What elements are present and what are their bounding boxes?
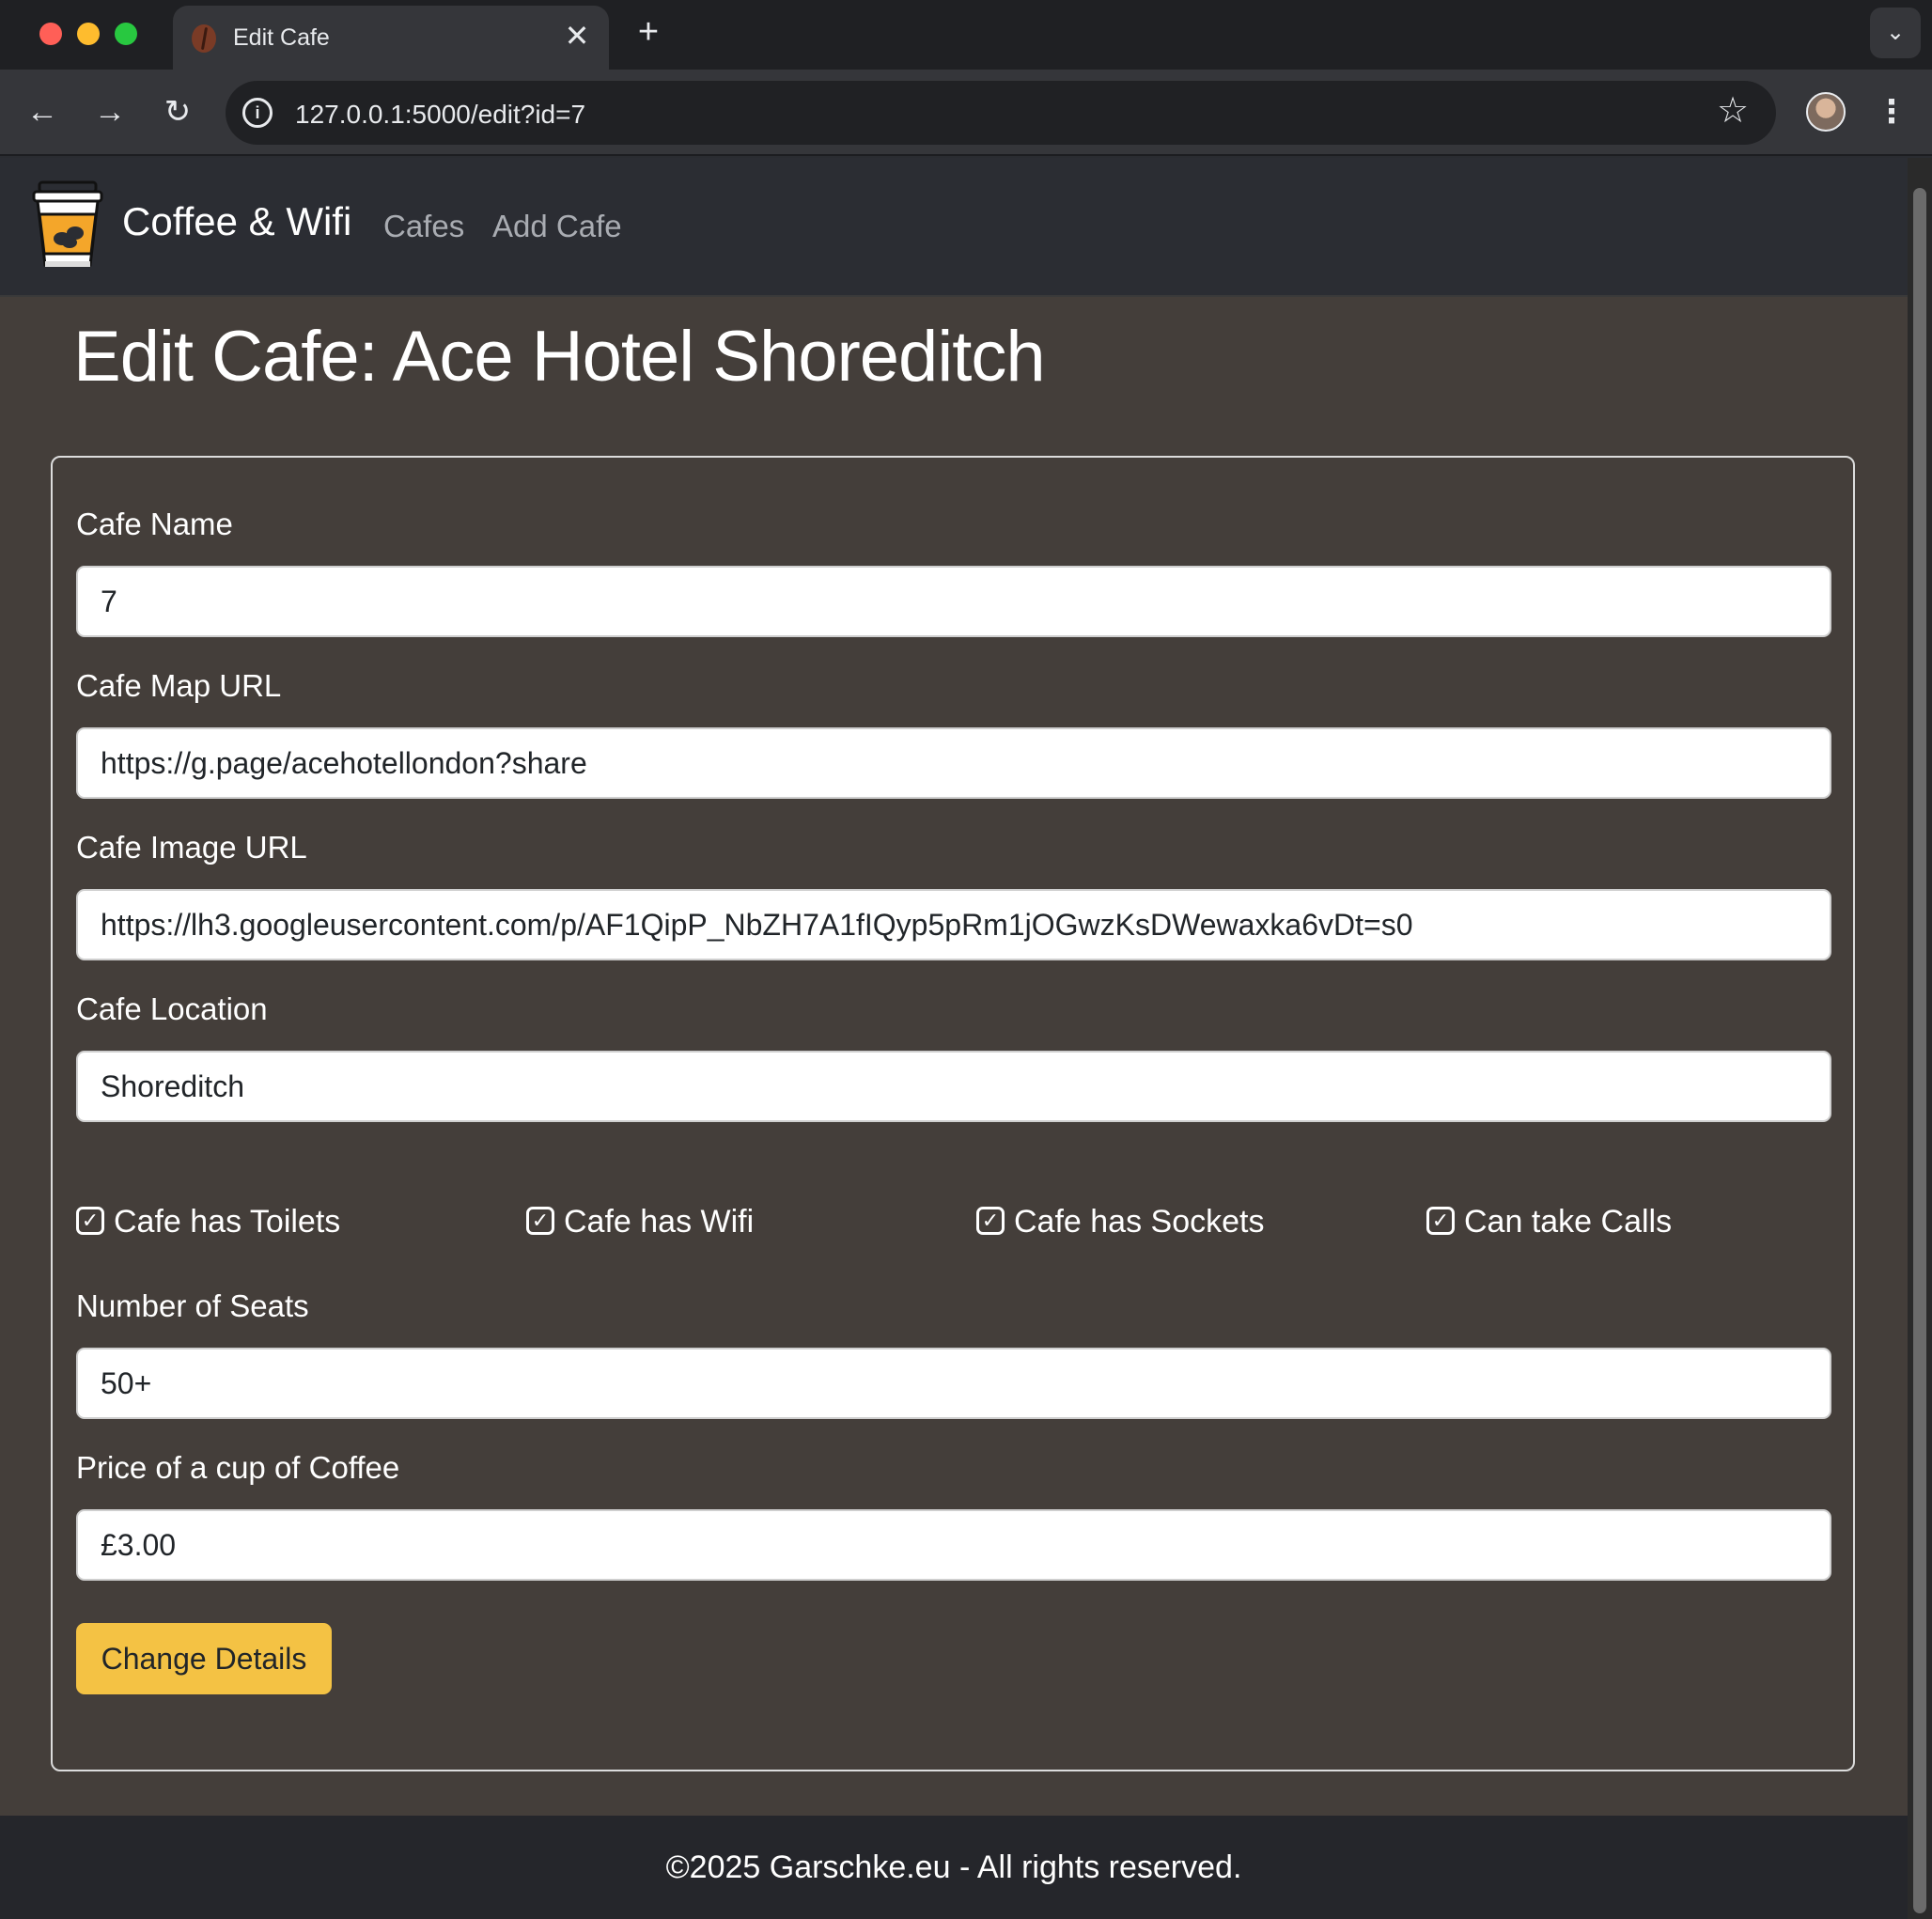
address-bar[interactable]: i 127.0.0.1:5000/edit?id=7 ☆ (226, 81, 1776, 145)
site-footer: ©2025 Garschke.eu - All rights reserved. (0, 1816, 1908, 1919)
price-label: Price of a cup of Coffee (76, 1450, 400, 1485)
url-text[interactable]: 127.0.0.1:5000/edit?id=7 (295, 100, 585, 130)
nav-link-add-cafe[interactable]: Add Cafe (492, 209, 622, 244)
avatar[interactable] (1806, 92, 1846, 132)
site-navbar: Coffee & Wifi Cafes Add Cafe (0, 158, 1908, 297)
coffee-cup-icon[interactable] (28, 180, 107, 271)
bookmark-star-icon[interactable]: ☆ (1714, 92, 1752, 130)
reload-icon[interactable]: ↻ (156, 90, 199, 133)
change-details-button[interactable]: Change Details (76, 1623, 332, 1694)
cafe-name-input[interactable] (76, 566, 1831, 637)
wifi-checkbox-label[interactable]: Cafe has Wifi (564, 1204, 754, 1240)
window-maximize-button[interactable] (115, 23, 137, 45)
cafe-image-url-label: Cafe Image URL (76, 830, 307, 865)
browser-tab-active[interactable]: Edit Cafe ✕ (173, 6, 609, 70)
coffee-bean-icon (192, 24, 216, 53)
more-menu-icon[interactable]: ⋮ (1870, 90, 1913, 133)
cafe-name-label: Cafe Name (76, 507, 233, 541)
window-minimize-button[interactable] (77, 23, 100, 45)
price-input[interactable] (76, 1509, 1831, 1581)
browser-toolbar: ← → ↻ i 127.0.0.1:5000/edit?id=7 ☆ ⋮ (0, 70, 1932, 156)
close-icon[interactable]: ✕ (562, 21, 592, 51)
window-close-button[interactable] (39, 23, 62, 45)
brand-name[interactable]: Coffee & Wifi (122, 199, 351, 244)
tab-search-chevron-icon[interactable]: ⌄ (1870, 8, 1921, 58)
seats-input[interactable] (76, 1348, 1831, 1419)
nav-link-cafes[interactable]: Cafes (383, 209, 464, 244)
new-tab-button[interactable]: + (630, 13, 667, 51)
browser-tab-strip: Edit Cafe ✕ + ⌄ (0, 0, 1932, 70)
sockets-checkbox-label[interactable]: Cafe has Sockets (1014, 1204, 1264, 1240)
checkbox-checked-icon[interactable]: ✓ (976, 1207, 1005, 1235)
cafe-map-url-label: Cafe Map URL (76, 668, 282, 703)
checkbox-checked-icon[interactable]: ✓ (526, 1207, 554, 1235)
cafe-location-input[interactable] (76, 1051, 1831, 1122)
cafe-map-url-input[interactable] (76, 727, 1831, 799)
toilets-checkbox-label[interactable]: Cafe has Toilets (114, 1204, 340, 1240)
cafe-location-label: Cafe Location (76, 991, 268, 1026)
checkbox-checked-icon[interactable]: ✓ (76, 1207, 104, 1235)
page-title: Edit Cafe: Ace Hotel Shoreditch (73, 317, 1046, 397)
back-arrow-icon[interactable]: ← (21, 90, 64, 133)
forward-arrow-icon[interactable]: → (88, 90, 132, 133)
site-info-icon[interactable]: i (242, 98, 273, 128)
cafe-image-url-input[interactable] (76, 889, 1831, 960)
checkbox-checked-icon[interactable]: ✓ (1426, 1207, 1455, 1235)
seats-label: Number of Seats (76, 1288, 309, 1323)
calls-checkbox-label[interactable]: Can take Calls (1464, 1204, 1672, 1240)
tab-title: Edit Cafe (233, 24, 330, 51)
scrollbar-thumb[interactable] (1913, 188, 1926, 1913)
edit-cafe-form: Cafe Name Cafe Map URL Cafe Image URL Ca… (51, 456, 1855, 1771)
page-viewport: Coffee & Wifi Cafes Add Cafe Edit Cafe: … (0, 158, 1908, 1919)
footer-copyright: ©2025 Garschke.eu - All rights reserved. (665, 1849, 1242, 1885)
